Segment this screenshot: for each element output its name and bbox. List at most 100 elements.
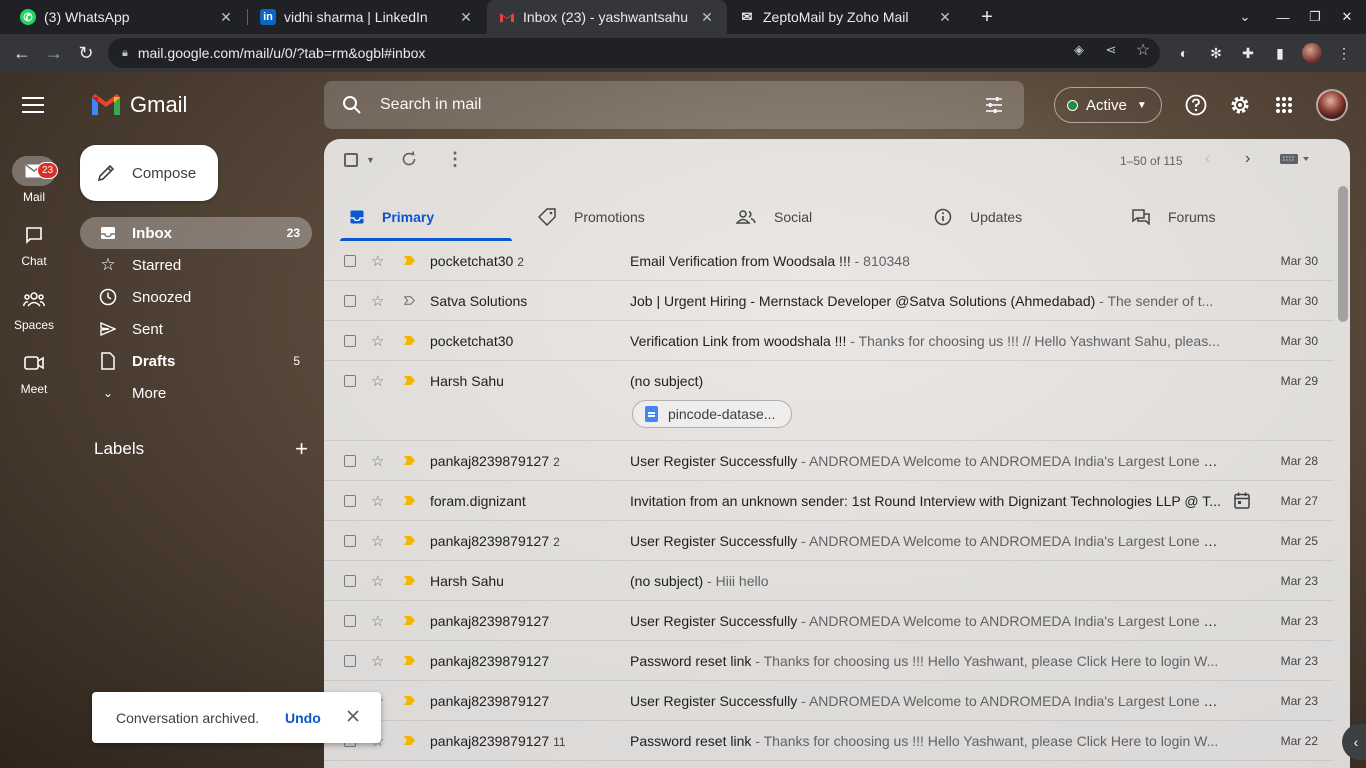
- nav-sent[interactable]: Sent: [80, 313, 312, 345]
- reload-button[interactable]: ↻: [72, 39, 100, 67]
- select-caret-icon[interactable]: ▼: [366, 155, 375, 165]
- email-row[interactable]: ☆ pankaj8239879127 Password reset link -…: [324, 641, 1334, 681]
- newer-page-button[interactable]: ‹: [1205, 150, 1210, 168]
- important-marker-icon[interactable]: [404, 376, 415, 385]
- email-row[interactable]: ☆ pankaj823987912711 Password reset link…: [324, 721, 1334, 761]
- important-marker-icon[interactable]: [404, 696, 415, 705]
- important-marker-icon[interactable]: [404, 256, 415, 265]
- email-row[interactable]: ☆ Satva Solutions Job | Urgent Hiring - …: [324, 281, 1334, 321]
- extension-icon[interactable]: ◐: [1174, 43, 1194, 63]
- nav-snoozed[interactable]: Snoozed: [80, 281, 312, 313]
- browser-tab-whatsapp[interactable]: ✆ (3) WhatsApp ✕: [8, 0, 246, 34]
- row-checkbox[interactable]: [344, 535, 356, 547]
- tab-primary[interactable]: Primary: [332, 193, 512, 241]
- address-bar[interactable]: 🔒︎ mail.google.com/mail/u/0/?tab=rm&ogbl…: [108, 38, 1160, 68]
- browser-tab-gmail[interactable]: Inbox (23) - yashwantsahu ✕: [487, 0, 727, 34]
- email-row[interactable]: ☆ pocketchat30 2 Email Verification from …: [324, 241, 1334, 281]
- older-page-button[interactable]: ›: [1245, 150, 1250, 168]
- important-marker-icon[interactable]: [404, 736, 415, 745]
- star-icon[interactable]: ☆: [371, 452, 384, 470]
- tab-search-icon[interactable]: ⌄: [1229, 0, 1261, 34]
- important-marker-icon[interactable]: [404, 656, 415, 665]
- email-row[interactable]: ☆ foram.dignizant Invitation from an unk…: [324, 481, 1334, 521]
- back-button[interactable]: ←: [8, 39, 36, 67]
- important-marker-icon[interactable]: [404, 336, 415, 345]
- rail-meet[interactable]: Meet: [0, 348, 68, 396]
- important-marker-icon[interactable]: [404, 496, 415, 505]
- status-dropdown[interactable]: Active ▼: [1054, 87, 1162, 123]
- row-checkbox[interactable]: [344, 455, 356, 467]
- tab-forums[interactable]: Forums: [1114, 193, 1304, 241]
- undo-button[interactable]: Undo: [285, 710, 321, 726]
- tab-updates[interactable]: Updates: [916, 193, 1106, 241]
- bookmark-star-icon[interactable]: ☆: [1134, 41, 1152, 59]
- refresh-icon[interactable]: [401, 151, 417, 167]
- search-icon[interactable]: [342, 95, 362, 115]
- browser-tab-zeptomail[interactable]: ✉ ZeptoMail by Zoho Mail ✕: [727, 0, 965, 34]
- row-checkbox[interactable]: [344, 495, 356, 507]
- row-checkbox[interactable]: [344, 375, 356, 387]
- important-marker-icon[interactable]: [404, 616, 415, 625]
- side-panel-icon[interactable]: ▮: [1270, 43, 1290, 63]
- close-window-button[interactable]: ✕: [1331, 0, 1363, 34]
- close-icon[interactable]: [346, 709, 360, 723]
- forward-button[interactable]: →: [40, 39, 68, 67]
- row-checkbox[interactable]: [344, 335, 356, 347]
- gmail-logo[interactable]: Gmail: [90, 92, 187, 118]
- browser-menu-icon[interactable]: ⋮: [1334, 43, 1354, 63]
- star-icon[interactable]: ☆: [371, 612, 384, 630]
- important-marker-icon[interactable]: [404, 576, 415, 585]
- main-menu-icon[interactable]: [22, 97, 44, 113]
- email-row[interactable]: ☆ Harsh Sahu (no subject) - Hiii hello M…: [324, 561, 1334, 601]
- nav-more[interactable]: ⌄ More: [80, 377, 312, 409]
- input-tools-keyboard-icon[interactable]: [1280, 153, 1310, 165]
- select-all-checkbox[interactable]: [344, 153, 358, 167]
- browser-tab-linkedin[interactable]: in vidhi sharma | LinkedIn ✕: [248, 0, 486, 34]
- add-label-button[interactable]: +: [295, 436, 308, 462]
- settings-gear-icon[interactable]: [1228, 93, 1252, 117]
- star-icon[interactable]: ☆: [371, 492, 384, 510]
- restore-button[interactable]: ❐: [1299, 0, 1331, 34]
- tab-close-icon[interactable]: ✕: [699, 9, 715, 26]
- tab-close-icon[interactable]: ✕: [458, 9, 474, 26]
- star-icon[interactable]: ☆: [371, 372, 384, 390]
- star-icon[interactable]: ☆: [371, 292, 384, 310]
- list-scrollbar[interactable]: [1338, 186, 1348, 322]
- email-row[interactable]: ☆ pankaj8239879127 2 User Register Succes…: [324, 441, 1334, 481]
- calendar-icon[interactable]: [1234, 492, 1250, 509]
- nav-inbox[interactable]: Inbox 23: [80, 217, 312, 249]
- important-marker-icon[interactable]: [404, 456, 415, 465]
- search-options-icon[interactable]: [984, 95, 1004, 115]
- important-marker-outline-icon[interactable]: [404, 296, 415, 305]
- row-checkbox[interactable]: [344, 655, 356, 667]
- row-checkbox[interactable]: [344, 575, 356, 587]
- tracking-icon[interactable]: ◈: [1070, 41, 1088, 59]
- star-icon[interactable]: ☆: [371, 572, 384, 590]
- tab-close-icon[interactable]: ✕: [937, 9, 953, 26]
- email-row[interactable]: ☆ pankaj8239879127 User Register Success…: [324, 601, 1334, 641]
- rail-mail[interactable]: Mail 23: [0, 156, 68, 204]
- attachment-chip[interactable]: pincode-datase...: [632, 400, 792, 428]
- compose-button[interactable]: Compose: [80, 145, 218, 201]
- rail-chat[interactable]: Chat: [0, 220, 68, 268]
- tab-close-icon[interactable]: ✕: [218, 9, 234, 26]
- email-row[interactable]: ☆ pocketchat30 Verification Link from wo…: [324, 321, 1334, 361]
- search-input[interactable]: [380, 91, 960, 119]
- minimize-button[interactable]: —: [1267, 0, 1299, 34]
- email-row[interactable]: ☆ pankaj8239879127 2 User Register Succes…: [324, 521, 1334, 561]
- star-icon[interactable]: ☆: [371, 532, 384, 550]
- apps-grid-icon[interactable]: [1272, 93, 1296, 117]
- extension-icon[interactable]: ✻: [1206, 43, 1226, 63]
- share-icon[interactable]: ⋖: [1102, 41, 1120, 59]
- row-checkbox[interactable]: [344, 615, 356, 627]
- nav-starred[interactable]: ☆ Starred: [80, 249, 312, 281]
- more-options-icon[interactable]: ⋮: [446, 149, 464, 170]
- email-row[interactable]: ☆ Harsh Sahu (no subject) Mar 29 pincode…: [324, 361, 1334, 441]
- tab-social[interactable]: Social: [718, 193, 908, 241]
- new-tab-button[interactable]: +: [971, 0, 1003, 34]
- row-checkbox[interactable]: [344, 295, 356, 307]
- account-avatar[interactable]: [1316, 89, 1348, 121]
- email-row[interactable]: ☆ pankaj8239879127 User Register Success…: [324, 681, 1334, 721]
- browser-profile-avatar[interactable]: [1302, 43, 1322, 63]
- help-icon[interactable]: [1184, 93, 1208, 117]
